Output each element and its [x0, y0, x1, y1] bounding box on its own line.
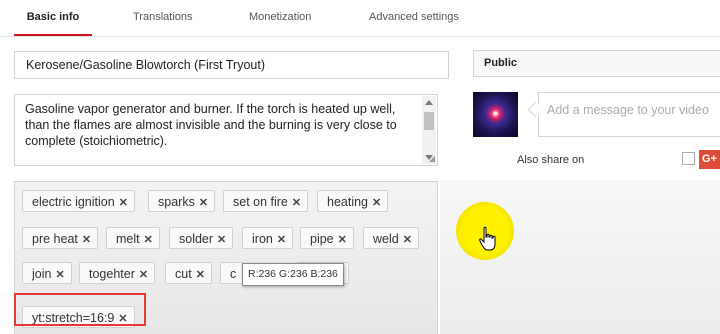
resize-grip-icon[interactable]: ◢	[429, 155, 435, 163]
close-icon[interactable]: ✕	[217, 234, 226, 246]
tag-label: iron	[252, 232, 273, 246]
tag-label: sparks	[158, 195, 195, 209]
tag-label: pre heat	[32, 232, 78, 246]
tag-label: join	[32, 267, 52, 281]
privacy-label: Public	[484, 57, 518, 69]
tag-label: pipe	[310, 232, 334, 246]
tab-monetization[interactable]: Monetization	[249, 0, 311, 34]
avatar	[473, 92, 518, 137]
scroll-up-icon[interactable]	[425, 100, 433, 105]
tag-label: cut	[175, 267, 192, 281]
close-icon[interactable]: ✕	[196, 269, 205, 281]
tag-chip: iron ✕	[242, 227, 294, 249]
tag-chip: set on fire ✕	[223, 190, 309, 212]
tag-label: c	[230, 267, 237, 281]
tag-label: heating	[327, 195, 369, 209]
color-readout-tooltip: R:236 G:236 B:236	[242, 263, 344, 286]
tab-bar: Basic info Translations Monetization Adv…	[0, 0, 720, 37]
tag-chip: electric ignition ✕	[22, 190, 135, 212]
tag-label: solder	[179, 232, 214, 246]
close-icon[interactable]: ✕	[372, 197, 381, 209]
close-icon[interactable]: ✕	[403, 234, 412, 246]
description-field[interactable]: Gasoline vapor generator and burner. If …	[14, 94, 438, 166]
tag-chip: togehter ✕	[79, 262, 156, 284]
hand-cursor-icon	[479, 226, 496, 251]
tag-label: weld	[373, 232, 399, 246]
tab-advanced-settings[interactable]: Advanced settings	[369, 0, 459, 34]
close-icon[interactable]: ✕	[82, 234, 91, 246]
tag-label: melt	[116, 232, 140, 246]
share-message-input[interactable]: Add a message to your video	[538, 92, 720, 137]
close-icon[interactable]: ✕	[119, 197, 128, 209]
tag-chip: pre heat ✕	[22, 227, 99, 249]
tag-chip: heating ✕	[317, 190, 389, 212]
scroll-thumb[interactable]	[424, 112, 434, 130]
tag-label: electric ignition	[32, 195, 115, 209]
tag-chip: solder ✕	[169, 227, 234, 249]
tab-translations[interactable]: Translations	[133, 0, 193, 34]
tag-chip: cut ✕	[165, 262, 212, 284]
close-icon[interactable]: ✕	[199, 197, 208, 209]
tag-chip: join ✕	[22, 262, 72, 284]
close-icon[interactable]: ✕	[277, 234, 286, 246]
tab-basic-info[interactable]: Basic info	[14, 0, 92, 36]
google-plus-icon[interactable]: G+	[699, 150, 720, 169]
tag-chip: sparks ✕	[148, 190, 216, 212]
close-icon[interactable]: ✕	[338, 234, 347, 246]
tag-chip: weld ✕	[363, 227, 419, 249]
close-icon[interactable]: ✕	[55, 269, 64, 281]
close-icon[interactable]: ✕	[144, 234, 153, 246]
close-icon[interactable]: ✕	[139, 269, 148, 281]
tag-chip: c	[220, 262, 244, 284]
close-icon[interactable]: ✕	[292, 197, 301, 209]
tag-label: set on fire	[233, 195, 288, 209]
share-checkbox[interactable]	[682, 152, 695, 165]
tag-label: togehter	[89, 267, 135, 281]
description-text[interactable]: Gasoline vapor generator and burner. If …	[25, 101, 421, 149]
tag-chip: pipe ✕	[300, 227, 354, 249]
privacy-dropdown[interactable]: Public	[473, 50, 720, 77]
title-input[interactable]	[14, 51, 449, 79]
also-share-label: Also share on	[517, 154, 585, 166]
tag-chip: melt ✕	[106, 227, 160, 249]
annotation-highlight-box	[14, 293, 146, 326]
